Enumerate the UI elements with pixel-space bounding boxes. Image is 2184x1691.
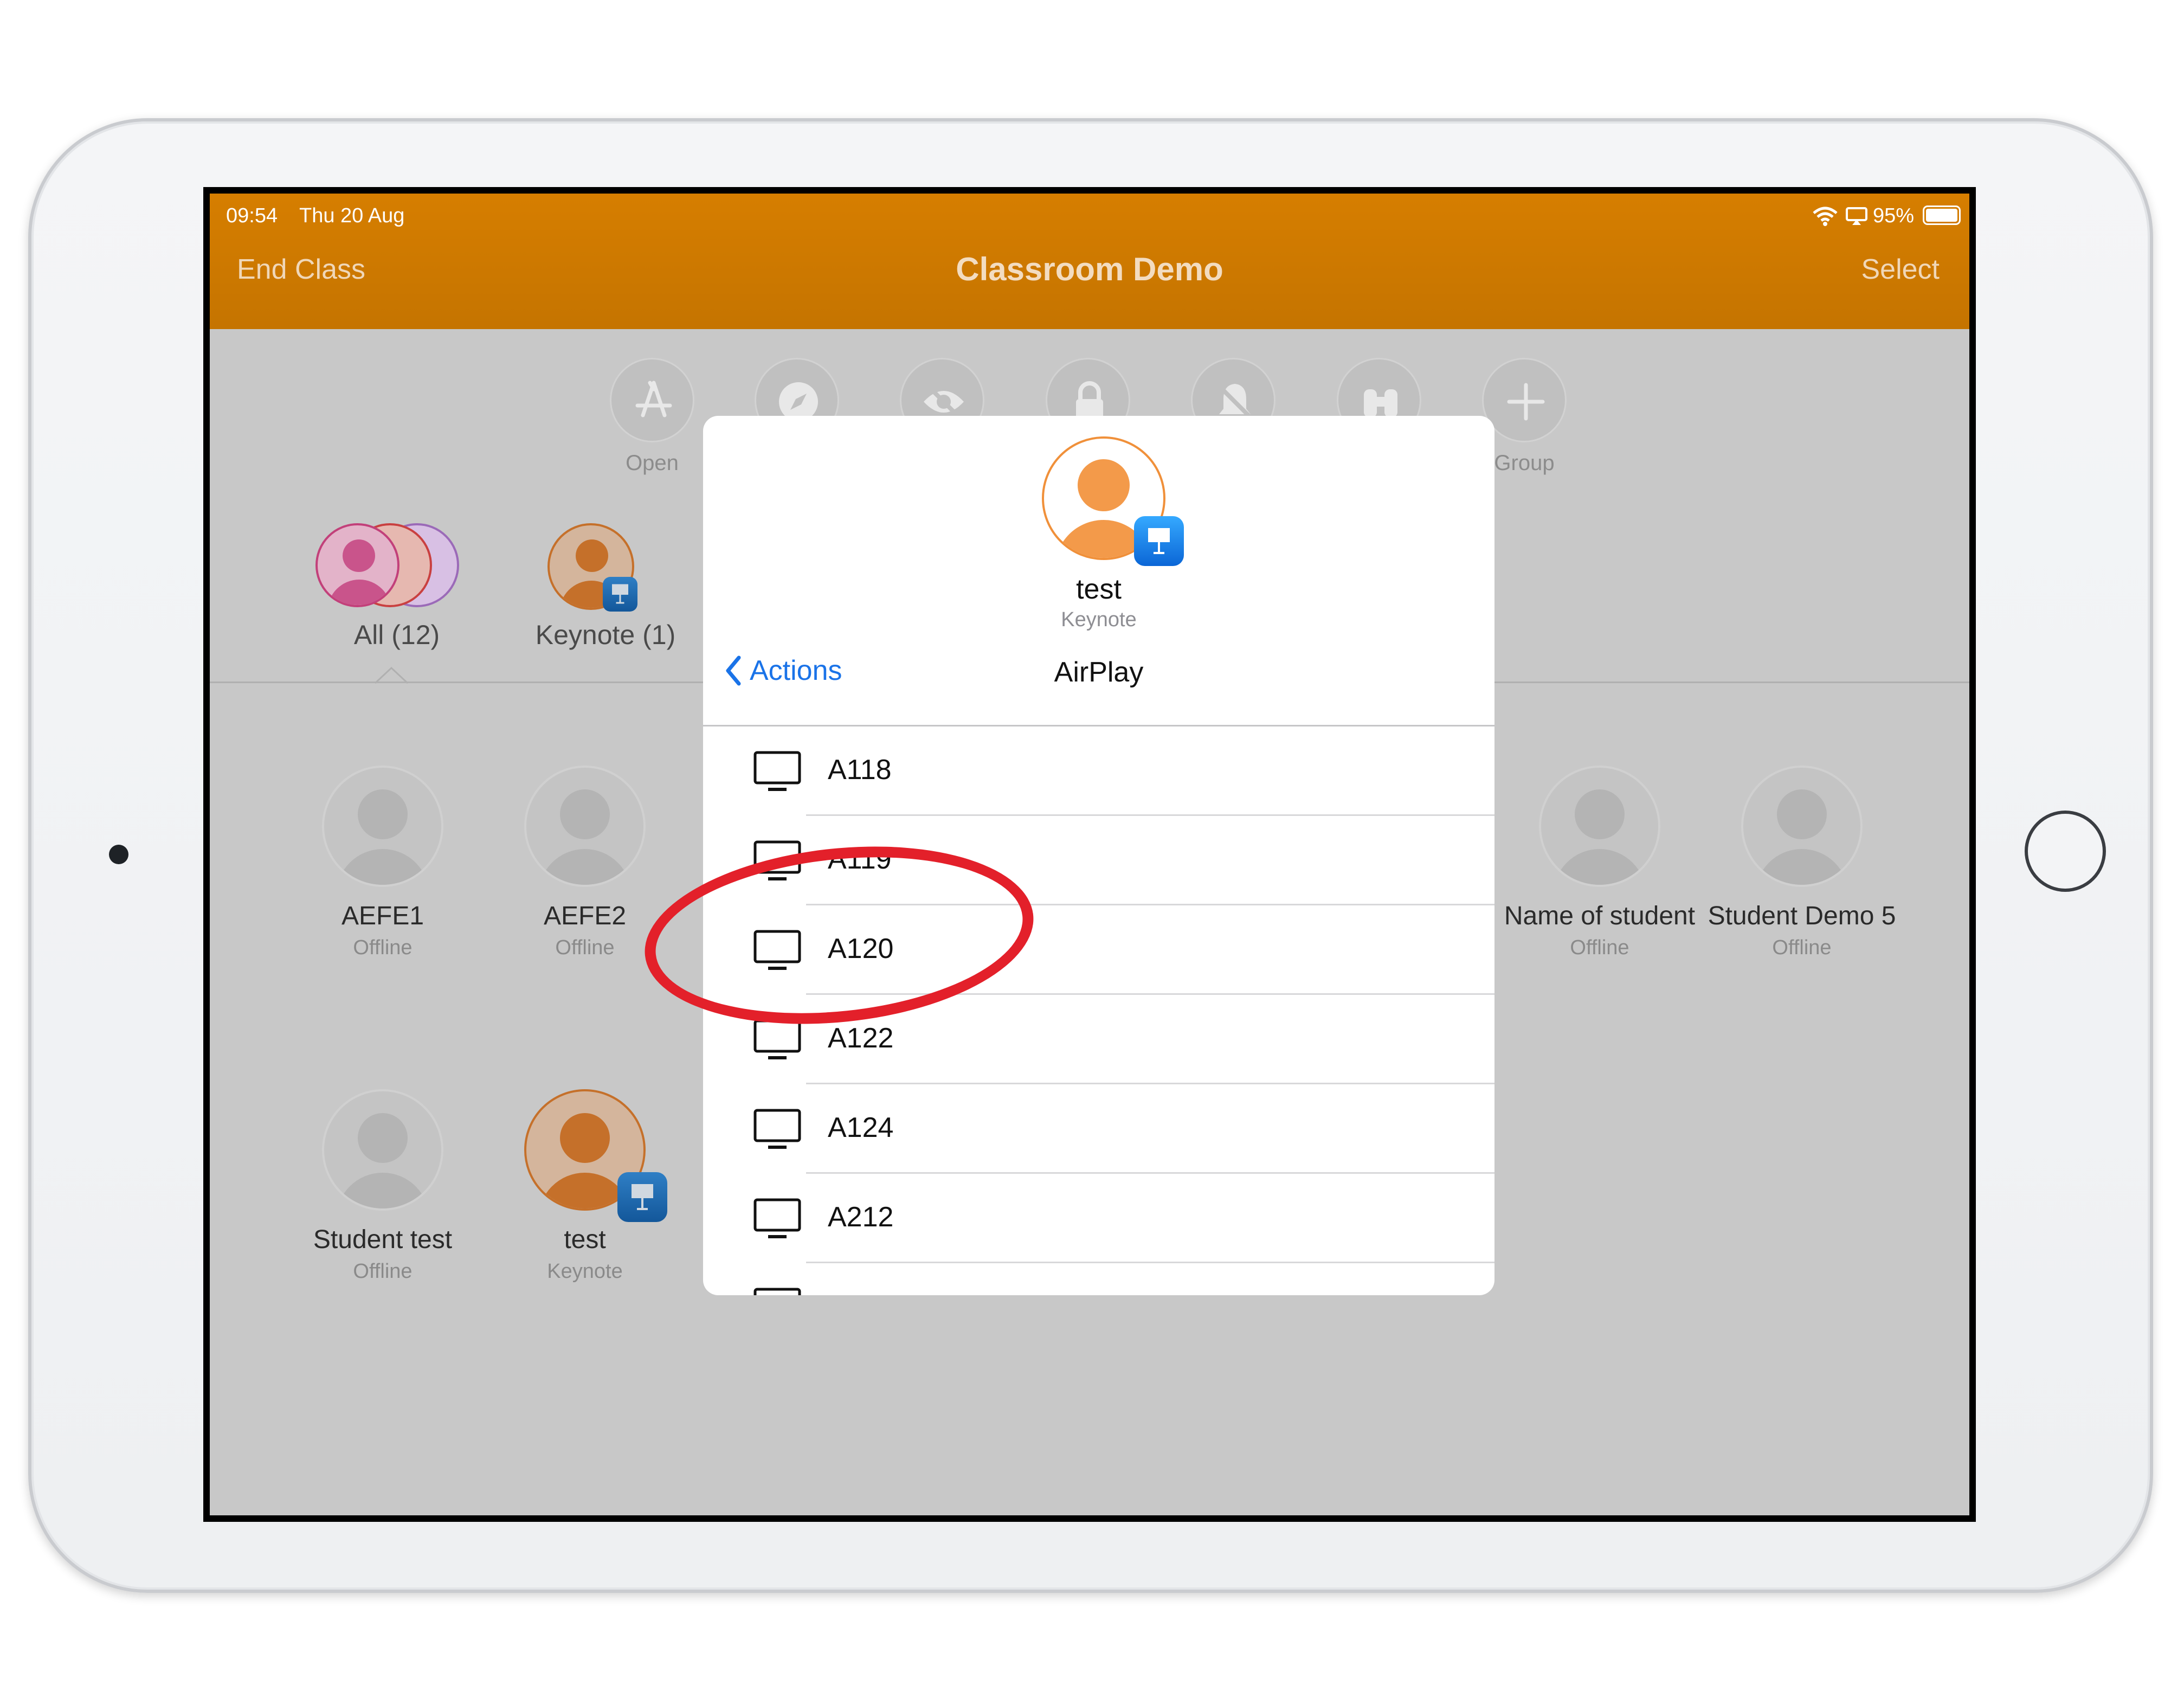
student-keynote-test-name: test (564, 1225, 606, 1254)
device-name: A212 (828, 1201, 894, 1233)
battery-icon (1923, 205, 1961, 225)
wifi-icon (1813, 207, 1838, 226)
group-all-label: All (12) (353, 620, 440, 650)
app-background: 09:54 Thu 20 Aug 95% End Class Classroom… (210, 194, 1969, 1515)
student-test-status: Offline (353, 1260, 413, 1283)
navigation-bar: 09:54 Thu 20 Aug 95% End Class Classroom… (210, 194, 1969, 329)
device-name: A124 (828, 1112, 894, 1143)
student-test-avatar[interactable] (322, 1089, 443, 1211)
group-all[interactable] (315, 519, 478, 611)
battery-percentage: 95% (1873, 204, 1915, 227)
toolbar-open-app-button[interactable] (610, 358, 694, 442)
device-name: A122 (828, 1023, 894, 1054)
keynote-icon (617, 1172, 667, 1222)
student-name-of-student-name: Name of student (1504, 902, 1696, 930)
student-name-of-student-avatar[interactable] (1539, 766, 1660, 887)
front-camera (109, 845, 128, 864)
ipad-screen: 09:54 Thu 20 Aug 95% End Class Classroom… (203, 187, 1976, 1522)
student-name-of-student-status: Offline (1570, 936, 1629, 959)
toolbar-group-button[interactable] (1482, 358, 1567, 442)
popover-student-name: test (1076, 574, 1122, 605)
student-aefe1-status: Offline (353, 936, 413, 959)
display-icon (753, 1109, 801, 1149)
student-aefe2-avatar[interactable] (524, 766, 646, 887)
display-icon (753, 1198, 801, 1238)
select-button[interactable]: Select (1861, 253, 1940, 286)
student-demo-5-avatar[interactable] (1741, 766, 1863, 887)
page-title: Classroom Demo (956, 251, 1223, 287)
student-aefe1-name: AEFE1 (341, 902, 424, 930)
group-keynote-label: Keynote (1) (535, 620, 676, 650)
app-store-icon (635, 381, 672, 417)
device-name: A214 (828, 1290, 893, 1295)
plus-icon (1507, 383, 1545, 421)
airplay-device-row[interactable]: A212 (703, 1174, 1494, 1263)
airplay-device-row[interactable]: A214 (703, 1263, 1494, 1295)
student-demo-5-name: Student Demo 5 (1708, 902, 1896, 930)
popover-student-app: Keynote (1061, 608, 1137, 631)
popover-title: AirPlay (1054, 657, 1144, 688)
keynote-icon (603, 577, 637, 612)
status-time: 09:54 (226, 204, 278, 227)
home-button[interactable] (2025, 811, 2106, 892)
group-all-avatar (315, 523, 400, 607)
keynote-icon (1134, 516, 1184, 566)
display-icon (753, 751, 801, 791)
status-date: Thu 20 Aug (299, 204, 405, 227)
student-test-name: Student test (313, 1225, 453, 1254)
airplay-device-row[interactable]: A118 (703, 726, 1494, 816)
student-demo-5-status: Offline (1772, 936, 1832, 959)
student-aefe1-avatar[interactable] (322, 766, 443, 887)
display-icon (753, 1288, 801, 1295)
display-icon (753, 1019, 801, 1059)
airplay-device-row[interactable]: A124 (703, 1084, 1494, 1174)
screen-mirroring-icon (1846, 207, 1867, 225)
student-keynote-test-status: Keynote (547, 1260, 623, 1283)
device-name: A118 (828, 754, 892, 786)
